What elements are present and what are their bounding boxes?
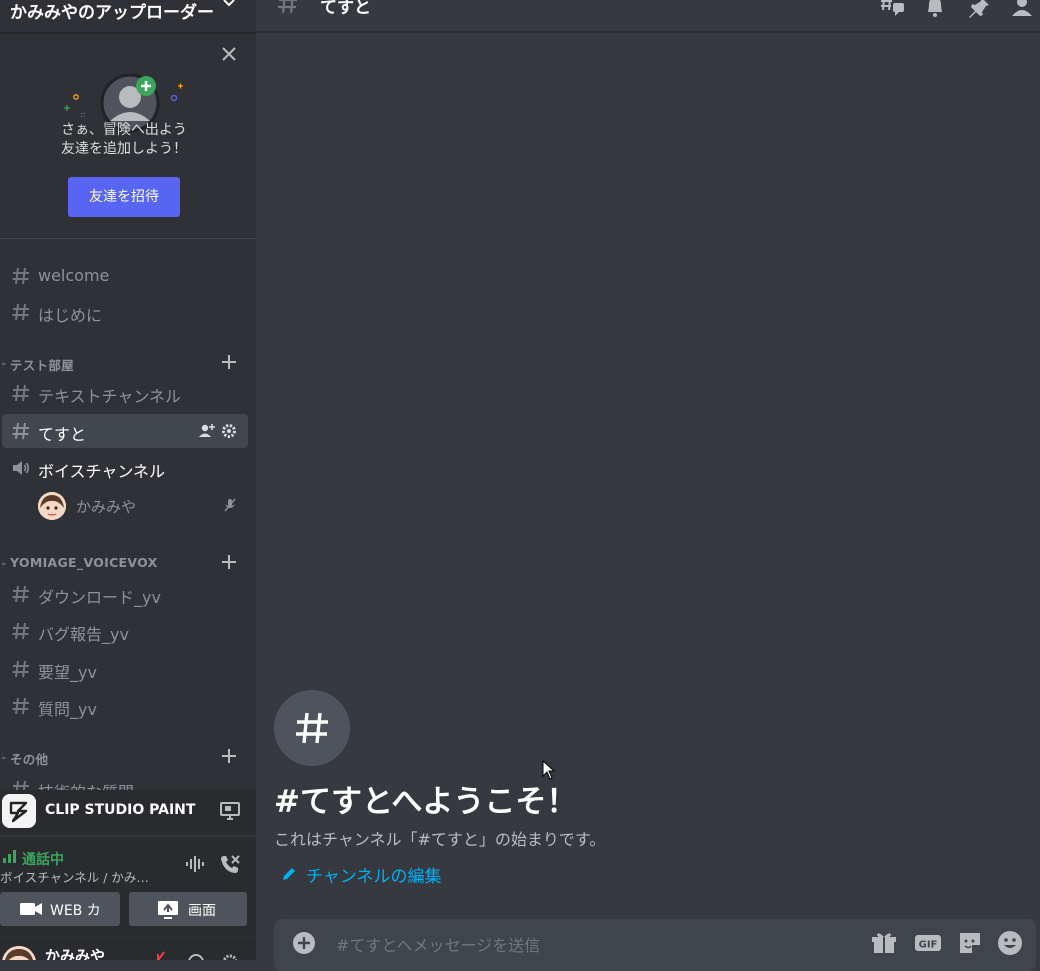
message-composer: #てすとへメッセージを送信 GIF [274,919,1036,971]
channel-hajimeni[interactable]: はじめに [2,295,248,329]
voice-user-name: かみみや [76,498,137,516]
invite-friends-button[interactable]: 友達を招待 [68,177,180,217]
mouse-cursor-icon [542,760,556,780]
voice-status[interactable]: 通話中 [22,849,64,869]
channel-bug-yv[interactable]: バグ報告_yv [2,614,248,648]
member-list-icon[interactable] [1010,0,1036,20]
chevron-down-icon: ⌄ [0,358,8,368]
invite-line-2: 友達を追加しよう！ [61,141,187,157]
hash-icon [12,303,29,321]
channel-name: テキストチャンネル [38,387,182,406]
gif-icon[interactable]: GIF [914,929,942,957]
invite-message: さぁ、冒険へ出よう 友達を追加しよう！ [0,121,248,159]
channel-name: てすと [38,425,87,444]
channel-name: 質問_yv [38,700,97,719]
emoji-icon[interactable] [996,929,1024,957]
channel-title: てすと [320,0,371,18]
activity-app-name: CLIP STUDIO PAINT [45,802,196,818]
gear-icon[interactable] [220,422,238,440]
voice-channel-path[interactable]: ボイスチャンネル / かみ… [0,867,149,886]
channel-text[interactable]: テキストチャンネル [2,376,248,410]
close-icon[interactable] [220,45,238,63]
pin-icon[interactable] [966,0,992,20]
video-camera-icon [20,903,42,915]
clip-studio-icon [2,794,36,828]
server-header[interactable]: かみみやのアップローダー [0,0,256,33]
avatar [38,492,66,520]
edit-channel-label: チャンネルの編集 [306,867,442,887]
category-other[interactable]: ⌄ その他 [0,747,246,767]
voice-connected-panel: 通話中 ボイスチャンネル / かみ… WEB カ 画面 [0,836,256,937]
hash-icon [12,697,29,715]
chevron-down-icon [223,0,235,7]
channel-name: ダウンロード_yv [38,588,161,607]
invite-member-icon[interactable] [198,422,216,440]
avatar[interactable] [2,946,36,960]
signal-icon [3,850,16,863]
video-button-label: WEB カ [50,903,101,919]
video-button[interactable]: WEB カ [0,892,120,926]
message-input[interactable]: #てすとへメッセージを送信 [336,932,540,956]
welcome-title: #てすとへようこそ！ [274,784,578,820]
channel-name: 要望_yv [38,663,97,682]
pencil-icon [283,868,295,880]
hash-icon [296,712,328,744]
category-yomiage[interactable]: ⌄ YOMIAGE_VOICEVOX [0,553,246,573]
channel-name: バグ報告_yv [38,625,129,644]
invite-line-1: さぁ、冒険へ出よう [61,122,187,138]
channel-request-yv[interactable]: 要望_yv [2,652,248,686]
speaker-icon [13,461,30,475]
user-panel: かみみや [0,938,256,960]
hash-icon [12,384,29,402]
add-attachment-icon[interactable] [292,931,316,955]
channel-name: welcome [38,266,110,285]
voice-channel[interactable]: ボイスチャンネル [2,451,248,485]
user-controls-icon[interactable] [150,950,250,960]
threads-icon[interactable] [880,0,906,20]
voice-user-kamimiya[interactable]: かみみや [38,490,248,520]
hash-icon [278,0,297,14]
hash-icon [12,422,29,440]
gift-icon[interactable] [870,929,898,957]
category-test[interactable]: ⌄ テスト部屋 [0,353,246,373]
screen-button[interactable]: 画面 [129,892,247,926]
chevron-down-icon: ⌄ [0,752,8,762]
mic-muted-icon [224,498,236,512]
channel-download-yv[interactable]: ダウンロード_yv [2,577,248,611]
add-channel-icon[interactable] [220,353,238,371]
activity-panel: CLIP STUDIO PAINT [0,790,256,834]
add-channel-icon[interactable] [220,553,238,571]
category-label: その他 [10,752,49,767]
channel-hash-badge [274,690,350,766]
screen-share-icon [158,901,178,919]
svg-text:::: :: [80,110,85,119]
user-name: かみみや [45,947,106,960]
bell-icon[interactable] [922,0,948,20]
invite-card: :: さぁ、冒険へ出よう 友達を追加しよう！ 友達を招待 [0,33,256,239]
channel-tesuto[interactable]: てすと [2,414,248,448]
category-label: テスト部屋 [10,358,75,373]
sticker-icon[interactable] [956,929,984,957]
hash-icon [12,267,29,285]
channel-sidebar: かみみやのアップローダー :: さぁ、冒険へ出よう 友達を追加しよう！ 友達を招… [0,0,256,960]
channel-question-yv[interactable]: 質問_yv [2,689,248,723]
noise-suppression-icon[interactable] [184,853,206,875]
hash-icon [12,660,29,678]
screen-share-icon[interactable] [219,800,241,822]
chevron-down-icon: ⌄ [0,558,8,568]
hash-icon [12,622,29,640]
server-name: かみみやのアップローダー [10,3,214,23]
channel-name: はじめに [38,306,103,325]
category-label: YOMIAGE_VOICEVOX [10,555,158,570]
hash-icon [12,585,29,603]
welcome-subtitle: これはチャンネル「#てすと」の始まりです。 [274,830,606,849]
channel-header: てすと [256,0,1040,32]
add-channel-icon[interactable] [220,747,238,765]
channel-name: ボイスチャンネル [38,462,166,481]
screen-button-label: 画面 [188,903,216,919]
disconnect-icon[interactable] [218,853,242,875]
svg-text:GIF: GIF [919,940,938,951]
channel-welcome[interactable]: welcome [2,259,248,293]
